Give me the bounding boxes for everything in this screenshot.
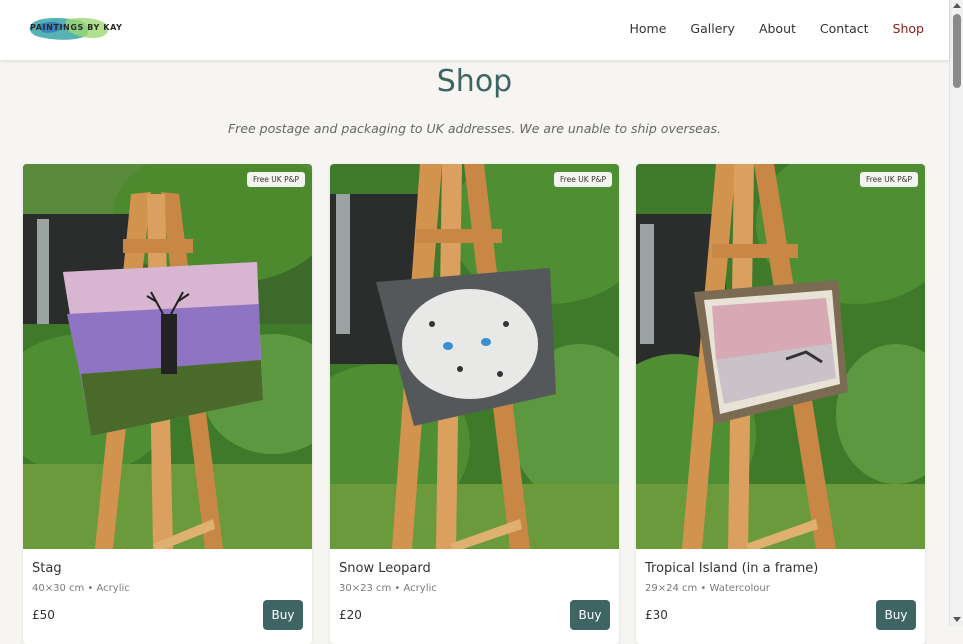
scroll-down-arrow-icon[interactable] [953,617,961,622]
product-image[interactable] [330,164,619,549]
free-pp-badge: Free UK P&P [554,172,612,187]
product-card[interactable]: Free UK P&P Tropical Island (in a frame)… [636,164,925,644]
product-name[interactable]: Stag [32,561,62,576]
free-pp-badge: Free UK P&P [860,172,918,187]
nav-home[interactable]: Home [629,21,666,36]
scrollbar[interactable] [949,0,963,626]
product-image[interactable] [23,164,312,549]
logo-text: PAINTINGS BY KAY [30,23,123,32]
nav-shop[interactable]: Shop [893,21,924,36]
product-price: £50 [32,608,55,622]
page-title: Shop [436,64,513,99]
product-price: £20 [339,608,362,622]
product-name[interactable]: Tropical Island (in a frame) [645,561,818,576]
product-details: 40×30 cm • Acrylic [32,583,130,594]
product-details: 30×23 cm • Acrylic [339,583,437,594]
nav-contact[interactable]: Contact [820,21,869,36]
page-subtitle: Free postage and packaging to UK address… [227,121,722,136]
product-details: 29×24 cm • Watercolour [645,583,770,594]
nav-gallery[interactable]: Gallery [690,21,735,36]
product-name[interactable]: Snow Leopard [339,561,431,576]
product-image[interactable] [636,164,925,549]
nav-about[interactable]: About [759,21,796,36]
product-card[interactable]: Free UK P&P Stag 40×30 cm • Acrylic £50 … [23,164,312,644]
site-header: PAINTINGS BY KAY Home Gallery About Cont… [0,0,949,60]
free-pp-badge: Free UK P&P [247,172,305,187]
logo[interactable]: PAINTINGS BY KAY [26,14,122,44]
product-card[interactable]: Free UK P&P Snow Leopard 30×23 cm • Acry… [330,164,619,644]
product-price: £30 [645,608,668,622]
main-nav: Home Gallery About Contact Shop [629,21,924,36]
scroll-up-arrow-icon[interactable] [953,3,961,8]
scrollbar-thumb[interactable] [953,14,961,88]
